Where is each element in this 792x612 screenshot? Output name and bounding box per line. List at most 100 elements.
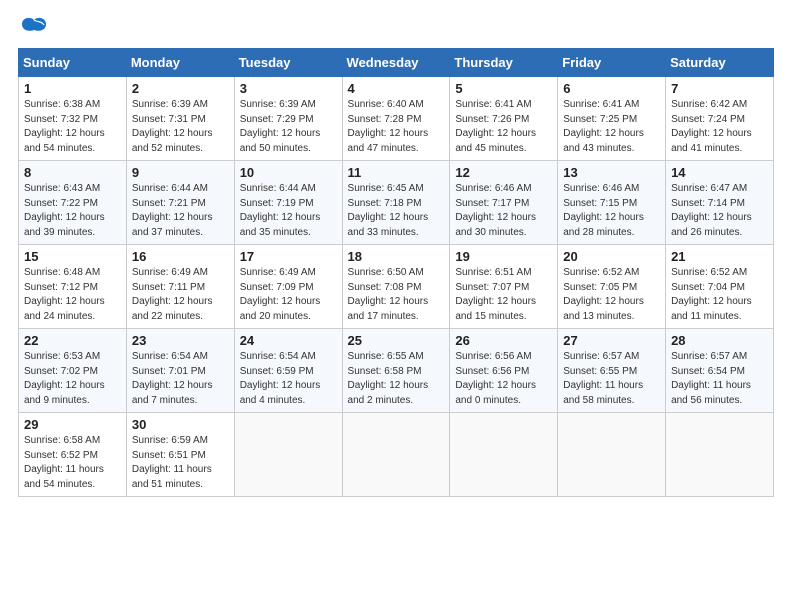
calendar-week-row: 22 Sunrise: 6:53 AMSunset: 7:02 PMDayligh… [19,329,774,413]
day-number: 20 [563,249,660,264]
day-info: Sunrise: 6:39 AMSunset: 7:29 PMDaylight:… [240,99,321,154]
calendar-cell: 17 Sunrise: 6:49 AMSunset: 7:09 PMDayligh… [234,245,342,329]
day-number: 15 [24,249,121,264]
calendar-cell: 3 Sunrise: 6:39 AMSunset: 7:29 PMDaylight… [234,77,342,161]
calendar-cell: 9 Sunrise: 6:44 AMSunset: 7:21 PMDaylight… [126,161,234,245]
calendar-cell: 22 Sunrise: 6:53 AMSunset: 7:02 PMDayligh… [19,329,127,413]
day-number: 2 [132,81,229,96]
day-info: Sunrise: 6:53 AMSunset: 7:02 PMDaylight:… [24,351,105,406]
day-info: Sunrise: 6:57 AMSunset: 6:54 PMDaylight:… [671,351,751,406]
day-info: Sunrise: 6:42 AMSunset: 7:24 PMDaylight:… [671,99,752,154]
calendar-cell: 19 Sunrise: 6:51 AMSunset: 7:07 PMDayligh… [450,245,558,329]
day-info: Sunrise: 6:54 AMSunset: 7:01 PMDaylight:… [132,351,213,406]
calendar-cell: 21Sunrise: 6:52 AMSunset: 7:04 PMDayligh… [666,245,774,329]
calendar-cell: 2 Sunrise: 6:39 AMSunset: 7:31 PMDaylight… [126,77,234,161]
calendar-day-header: Tuesday [234,49,342,77]
day-info: Sunrise: 6:50 AMSunset: 7:08 PMDaylight:… [348,267,429,322]
calendar-day-header: Sunday [19,49,127,77]
calendar-cell: 28 Sunrise: 6:57 AMSunset: 6:54 PMDayligh… [666,329,774,413]
day-number: 25 [348,333,445,348]
day-number: 7 [671,81,768,96]
calendar-cell: 29Sunrise: 6:58 AMSunset: 6:52 PMDayligh… [19,413,127,497]
day-info: Sunrise: 6:51 AMSunset: 7:07 PMDaylight:… [455,267,536,322]
day-number: 18 [348,249,445,264]
calendar-day-header: Thursday [450,49,558,77]
calendar-day-header: Wednesday [342,49,450,77]
calendar-cell: 8 Sunrise: 6:43 AMSunset: 7:22 PMDaylight… [19,161,127,245]
day-number: 26 [455,333,552,348]
calendar-cell: 15 Sunrise: 6:48 AMSunset: 7:12 PMDayligh… [19,245,127,329]
day-number: 12 [455,165,552,180]
day-info: Sunrise: 6:46 AMSunset: 7:17 PMDaylight:… [455,183,536,238]
calendar-cell: 12 Sunrise: 6:46 AMSunset: 7:17 PMDayligh… [450,161,558,245]
day-info: Sunrise: 6:40 AMSunset: 7:28 PMDaylight:… [348,99,429,154]
day-number: 13 [563,165,660,180]
day-number: 19 [455,249,552,264]
calendar-week-row: 8 Sunrise: 6:43 AMSunset: 7:22 PMDaylight… [19,161,774,245]
calendar-cell: 1Sunrise: 6:38 AMSunset: 7:32 PMDaylight… [19,77,127,161]
page: SundayMondayTuesdayWednesdayThursdayFrid… [0,0,792,612]
logo [18,16,50,38]
day-info: Sunrise: 6:46 AMSunset: 7:15 PMDaylight:… [563,183,644,238]
day-number: 5 [455,81,552,96]
day-number: 24 [240,333,337,348]
calendar-cell: 7 Sunrise: 6:42 AMSunset: 7:24 PMDaylight… [666,77,774,161]
day-number: 17 [240,249,337,264]
day-number: 29 [24,417,121,432]
day-number: 3 [240,81,337,96]
day-info: Sunrise: 6:43 AMSunset: 7:22 PMDaylight:… [24,183,105,238]
calendar-cell: 30 Sunrise: 6:59 AMSunset: 6:51 PMDayligh… [126,413,234,497]
day-info: Sunrise: 6:49 AMSunset: 7:09 PMDaylight:… [240,267,321,322]
calendar-header-row: SundayMondayTuesdayWednesdayThursdayFrid… [19,49,774,77]
calendar-cell [450,413,558,497]
day-info: Sunrise: 6:44 AMSunset: 7:19 PMDaylight:… [240,183,321,238]
calendar-cell: 4 Sunrise: 6:40 AMSunset: 7:28 PMDaylight… [342,77,450,161]
day-info: Sunrise: 6:59 AMSunset: 6:51 PMDaylight:… [132,435,212,490]
day-number: 11 [348,165,445,180]
day-number: 22 [24,333,121,348]
calendar-week-row: 29Sunrise: 6:58 AMSunset: 6:52 PMDayligh… [19,413,774,497]
day-info: Sunrise: 6:39 AMSunset: 7:31 PMDaylight:… [132,99,213,154]
day-number: 4 [348,81,445,96]
day-info: Sunrise: 6:48 AMSunset: 7:12 PMDaylight:… [24,267,105,322]
calendar-cell [234,413,342,497]
calendar-cell: 6 Sunrise: 6:41 AMSunset: 7:25 PMDaylight… [558,77,666,161]
day-info: Sunrise: 6:49 AMSunset: 7:11 PMDaylight:… [132,267,213,322]
calendar-cell: 25 Sunrise: 6:55 AMSunset: 6:58 PMDayligh… [342,329,450,413]
day-info: Sunrise: 6:57 AMSunset: 6:55 PMDaylight:… [563,351,643,406]
day-number: 28 [671,333,768,348]
calendar-day-header: Saturday [666,49,774,77]
day-number: 1 [24,81,121,96]
day-number: 9 [132,165,229,180]
calendar-cell: 13 Sunrise: 6:46 AMSunset: 7:15 PMDayligh… [558,161,666,245]
calendar-cell: 10Sunrise: 6:44 AMSunset: 7:19 PMDayligh… [234,161,342,245]
calendar-cell [342,413,450,497]
calendar-week-row: 1Sunrise: 6:38 AMSunset: 7:32 PMDaylight… [19,77,774,161]
calendar-cell [666,413,774,497]
calendar-cell: 24 Sunrise: 6:54 AMSunset: 6:59 PMDayligh… [234,329,342,413]
calendar-cell: 18 Sunrise: 6:50 AMSunset: 7:08 PMDayligh… [342,245,450,329]
calendar-cell: 27 Sunrise: 6:57 AMSunset: 6:55 PMDayligh… [558,329,666,413]
day-number: 6 [563,81,660,96]
day-info: Sunrise: 6:52 AMSunset: 7:04 PMDaylight:… [671,267,752,322]
day-number: 23 [132,333,229,348]
calendar-cell: 14Sunrise: 6:47 AMSunset: 7:14 PMDayligh… [666,161,774,245]
calendar-cell: 5Sunrise: 6:41 AMSunset: 7:26 PMDaylight… [450,77,558,161]
day-info: Sunrise: 6:45 AMSunset: 7:18 PMDaylight:… [348,183,429,238]
calendar-day-header: Monday [126,49,234,77]
day-number: 8 [24,165,121,180]
day-number: 30 [132,417,229,432]
day-number: 27 [563,333,660,348]
calendar-day-header: Friday [558,49,666,77]
calendar-cell: 26Sunrise: 6:56 AMSunset: 6:56 PMDayligh… [450,329,558,413]
calendar-cell: 11 Sunrise: 6:45 AMSunset: 7:18 PMDayligh… [342,161,450,245]
day-info: Sunrise: 6:54 AMSunset: 6:59 PMDaylight:… [240,351,321,406]
calendar-cell: 23 Sunrise: 6:54 AMSunset: 7:01 PMDayligh… [126,329,234,413]
day-number: 14 [671,165,768,180]
day-info: Sunrise: 6:55 AMSunset: 6:58 PMDaylight:… [348,351,429,406]
day-info: Sunrise: 6:41 AMSunset: 7:25 PMDaylight:… [563,99,644,154]
day-info: Sunrise: 6:44 AMSunset: 7:21 PMDaylight:… [132,183,213,238]
calendar-cell [558,413,666,497]
logo-bird-icon [20,16,48,38]
calendar-cell: 20Sunrise: 6:52 AMSunset: 7:05 PMDayligh… [558,245,666,329]
